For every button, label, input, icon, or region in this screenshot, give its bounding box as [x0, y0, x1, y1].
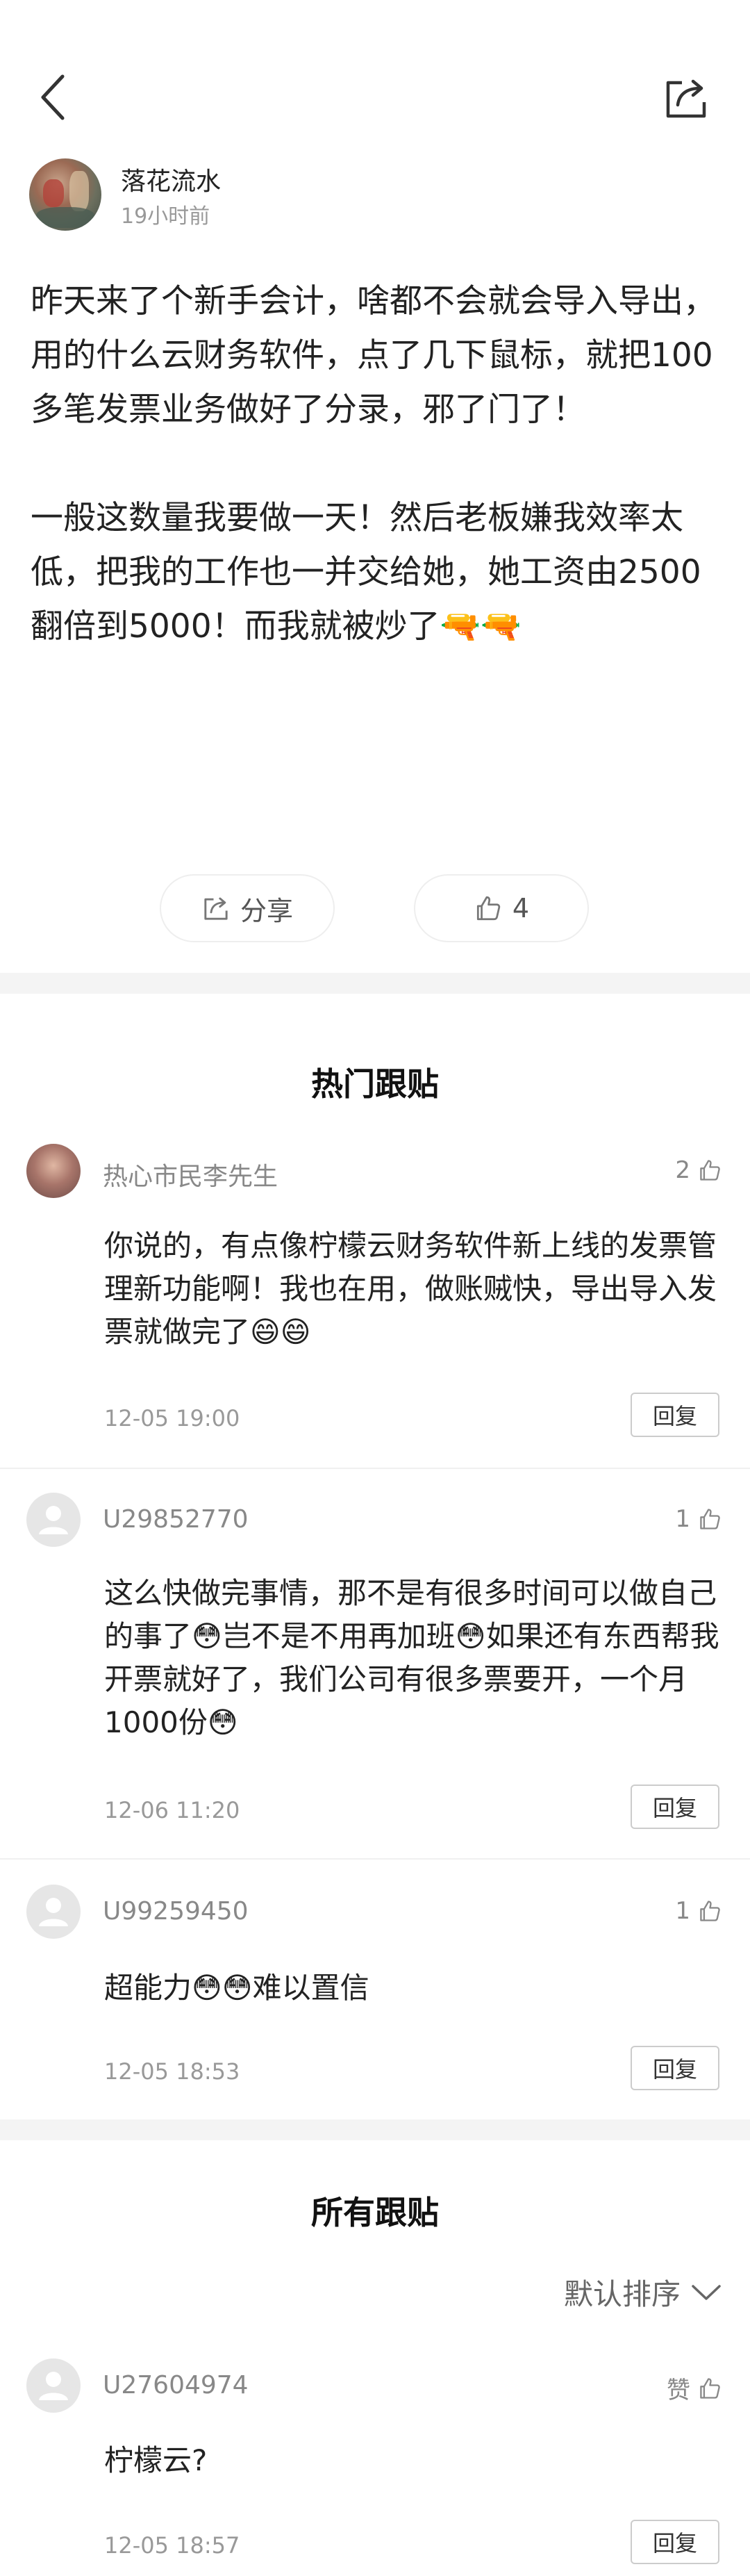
comment-like-count: 1 [675, 1897, 690, 1925]
sort-dropdown[interactable]: 默认排序 [564, 2271, 722, 2313]
comment-user[interactable]: U99259450 [103, 1897, 249, 1926]
comment-separator [0, 1858, 750, 1860]
comment-separator [0, 1468, 750, 1469]
comment-text: 柠檬云? [104, 2443, 208, 2477]
comment-like[interactable]: 1 [675, 1505, 722, 1533]
comment-like[interactable]: 2 [675, 1156, 722, 1184]
hot-comments-title: 热门跟贴 [311, 1065, 439, 1103]
comment-like[interactable]: 1 [675, 1897, 722, 1925]
reply-button[interactable]: 回复 [631, 2046, 719, 2090]
comment-like-count: 赞 [667, 2377, 690, 2404]
share-label: 分享 [240, 895, 293, 926]
reply-button[interactable]: 回复 [631, 1785, 719, 1829]
share-button[interactable]: 分享 [160, 874, 335, 942]
thumbs-up-icon [700, 2377, 720, 2399]
post-body: 昨天来了个新手会计，啥都不会就会导入导出，用的什么云财务软件，点了几下鼠标，就把… [31, 282, 716, 646]
avatar[interactable] [26, 1144, 81, 1198]
thumbs-up-icon [700, 1509, 720, 1529]
like-count: 4 [512, 893, 530, 924]
author-avatar[interactable] [29, 158, 101, 231]
thumbs-up-icon [476, 896, 501, 921]
section-divider [0, 973, 750, 994]
share-icon[interactable] [661, 73, 711, 123]
comment-like-count: 2 [675, 1156, 690, 1184]
comment-time: 12-05 18:53 [104, 2058, 240, 2085]
sort-label: 默认排序 [563, 2277, 681, 2311]
comment-user[interactable]: U29852770 [103, 1505, 249, 1534]
thumbs-up-icon [700, 1160, 720, 1181]
back-arrow-icon[interactable] [33, 69, 75, 125]
thumbs-up-icon [700, 1901, 720, 1921]
comment-time: 12-05 18:57 [104, 2532, 240, 2559]
comment-text: 你说的，有点像柠檬云财务软件新上线的发票管理新功能啊！我也在用，做账贼快，导出导… [104, 1229, 717, 1349]
chevron-down-icon [692, 2284, 721, 2300]
default-avatar-icon[interactable] [26, 1493, 81, 1547]
share-icon [204, 897, 228, 920]
comment-text: 这么快做完事情，那不是有很多时间可以做自己的事了😳岂不是不用再加班😳如果还有东西… [104, 1576, 719, 1739]
comment-user[interactable]: 热心市民李先生 [103, 1156, 278, 1192]
like-button[interactable]: 4 [414, 874, 589, 942]
comment-like-count: 1 [675, 1505, 690, 1533]
default-avatar-icon[interactable] [26, 1885, 81, 1939]
reply-button[interactable]: 回复 [631, 2520, 719, 2564]
section-divider [0, 2119, 750, 2140]
comment-text: 超能力😳😳难以置信 [104, 1971, 369, 2005]
reply-button[interactable]: 回复 [631, 1393, 719, 1437]
comment-time: 12-05 19:00 [104, 1405, 240, 1431]
author-name[interactable]: 落花流水 [121, 161, 221, 197]
all-comments-title: 所有跟贴 [311, 2194, 439, 2231]
post-time: 19小时前 [121, 204, 210, 229]
default-avatar-icon[interactable] [26, 2358, 81, 2413]
comment-like[interactable]: 赞 [667, 2371, 722, 2405]
comment-user[interactable]: U27604974 [103, 2371, 249, 2399]
comment-time: 12-06 11:20 [104, 1797, 240, 1823]
